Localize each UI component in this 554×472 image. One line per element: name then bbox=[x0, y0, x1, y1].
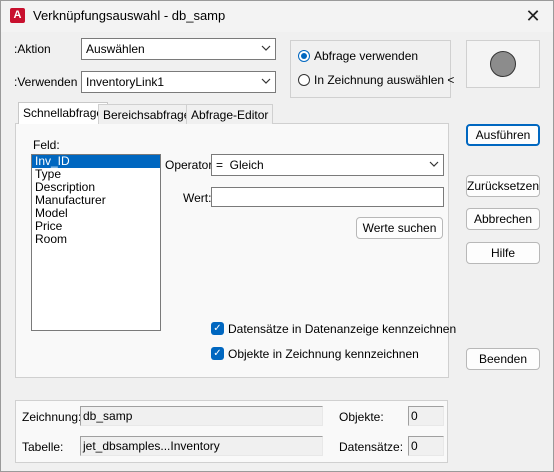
wert-input[interactable] bbox=[211, 187, 444, 207]
radio-zeichnung-label[interactable]: In Zeichnung auswählen < bbox=[314, 73, 454, 87]
check-objekte-label[interactable]: Objekte in Zeichnung kennzeichnen bbox=[228, 347, 419, 361]
check-objekte-checkbox[interactable]: ✓ bbox=[211, 347, 224, 360]
aktion-dropdown[interactable]: Auswählen bbox=[81, 38, 276, 60]
verwenden-dropdown[interactable]: InventoryLink1 bbox=[81, 71, 276, 93]
feld-listbox[interactable]: Inv_ID Type Description Manufacturer Mod… bbox=[31, 154, 161, 331]
aktion-value: Auswählen bbox=[86, 42, 145, 56]
aktion-label: :Aktion bbox=[14, 42, 51, 56]
werte-suchen-button[interactable]: Werte suchen bbox=[356, 217, 443, 239]
zeichnung-label: Zeichnung: bbox=[22, 410, 82, 424]
objekte-value: 0 bbox=[408, 406, 444, 426]
chevron-down-icon bbox=[261, 45, 271, 51]
radio-in-zeichnung[interactable] bbox=[298, 74, 310, 86]
zuruecksetzen-button[interactable]: Zurücksetzen bbox=[466, 175, 540, 197]
datensaetze-value: 0 bbox=[408, 436, 444, 456]
wert-label: Wert: bbox=[183, 191, 212, 205]
operator-label: Operator: bbox=[165, 158, 216, 172]
hilfe-button[interactable]: Hilfe bbox=[466, 242, 540, 264]
tabelle-label: Tabelle: bbox=[22, 440, 64, 454]
operator-dropdown[interactable]: = Gleich bbox=[211, 154, 444, 176]
zeichnung-value: db_samp bbox=[80, 406, 323, 426]
abbrechen-button[interactable]: Abbrechen bbox=[466, 208, 540, 230]
autocad-app-icon: A bbox=[10, 8, 25, 23]
circle-preview-icon bbox=[490, 51, 516, 77]
list-item[interactable]: Room bbox=[32, 233, 160, 246]
datensaetze-label: Datensätze: bbox=[339, 440, 404, 454]
tab-schnellabfrage[interactable]: Schnellabfrage bbox=[18, 102, 109, 124]
check-datensaetze-checkbox[interactable]: ✓ bbox=[211, 322, 224, 335]
window-title: Verknüpfungsauswahl - db_samp bbox=[33, 8, 226, 23]
ausfuehren-button[interactable]: Ausführen bbox=[466, 124, 540, 146]
radio-abfrage-label[interactable]: Abfrage verwenden bbox=[314, 49, 418, 63]
tab-bereichsabfrage[interactable]: Bereichsabfrage bbox=[98, 104, 196, 124]
verwenden-value: InventoryLink1 bbox=[86, 75, 165, 89]
chevron-down-icon bbox=[261, 78, 271, 84]
radio-abfrage-verwenden[interactable] bbox=[298, 50, 310, 62]
verwenden-label: :Verwenden bbox=[14, 75, 78, 89]
beenden-button[interactable]: Beenden bbox=[466, 348, 540, 370]
close-icon[interactable]: ✕ bbox=[520, 4, 546, 28]
chevron-down-icon bbox=[429, 161, 439, 167]
feld-label: Feld: bbox=[33, 138, 60, 152]
tabelle-value: jet_dbsamples...Inventory bbox=[80, 436, 323, 456]
check-datensaetze-label[interactable]: Datensätze in Datenanzeige kennzeichnen bbox=[228, 322, 456, 336]
operator-value: = Gleich bbox=[216, 158, 264, 172]
objekte-label: Objekte: bbox=[339, 410, 384, 424]
tab-abfrage-editor[interactable]: Abfrage-Editor bbox=[186, 104, 274, 124]
